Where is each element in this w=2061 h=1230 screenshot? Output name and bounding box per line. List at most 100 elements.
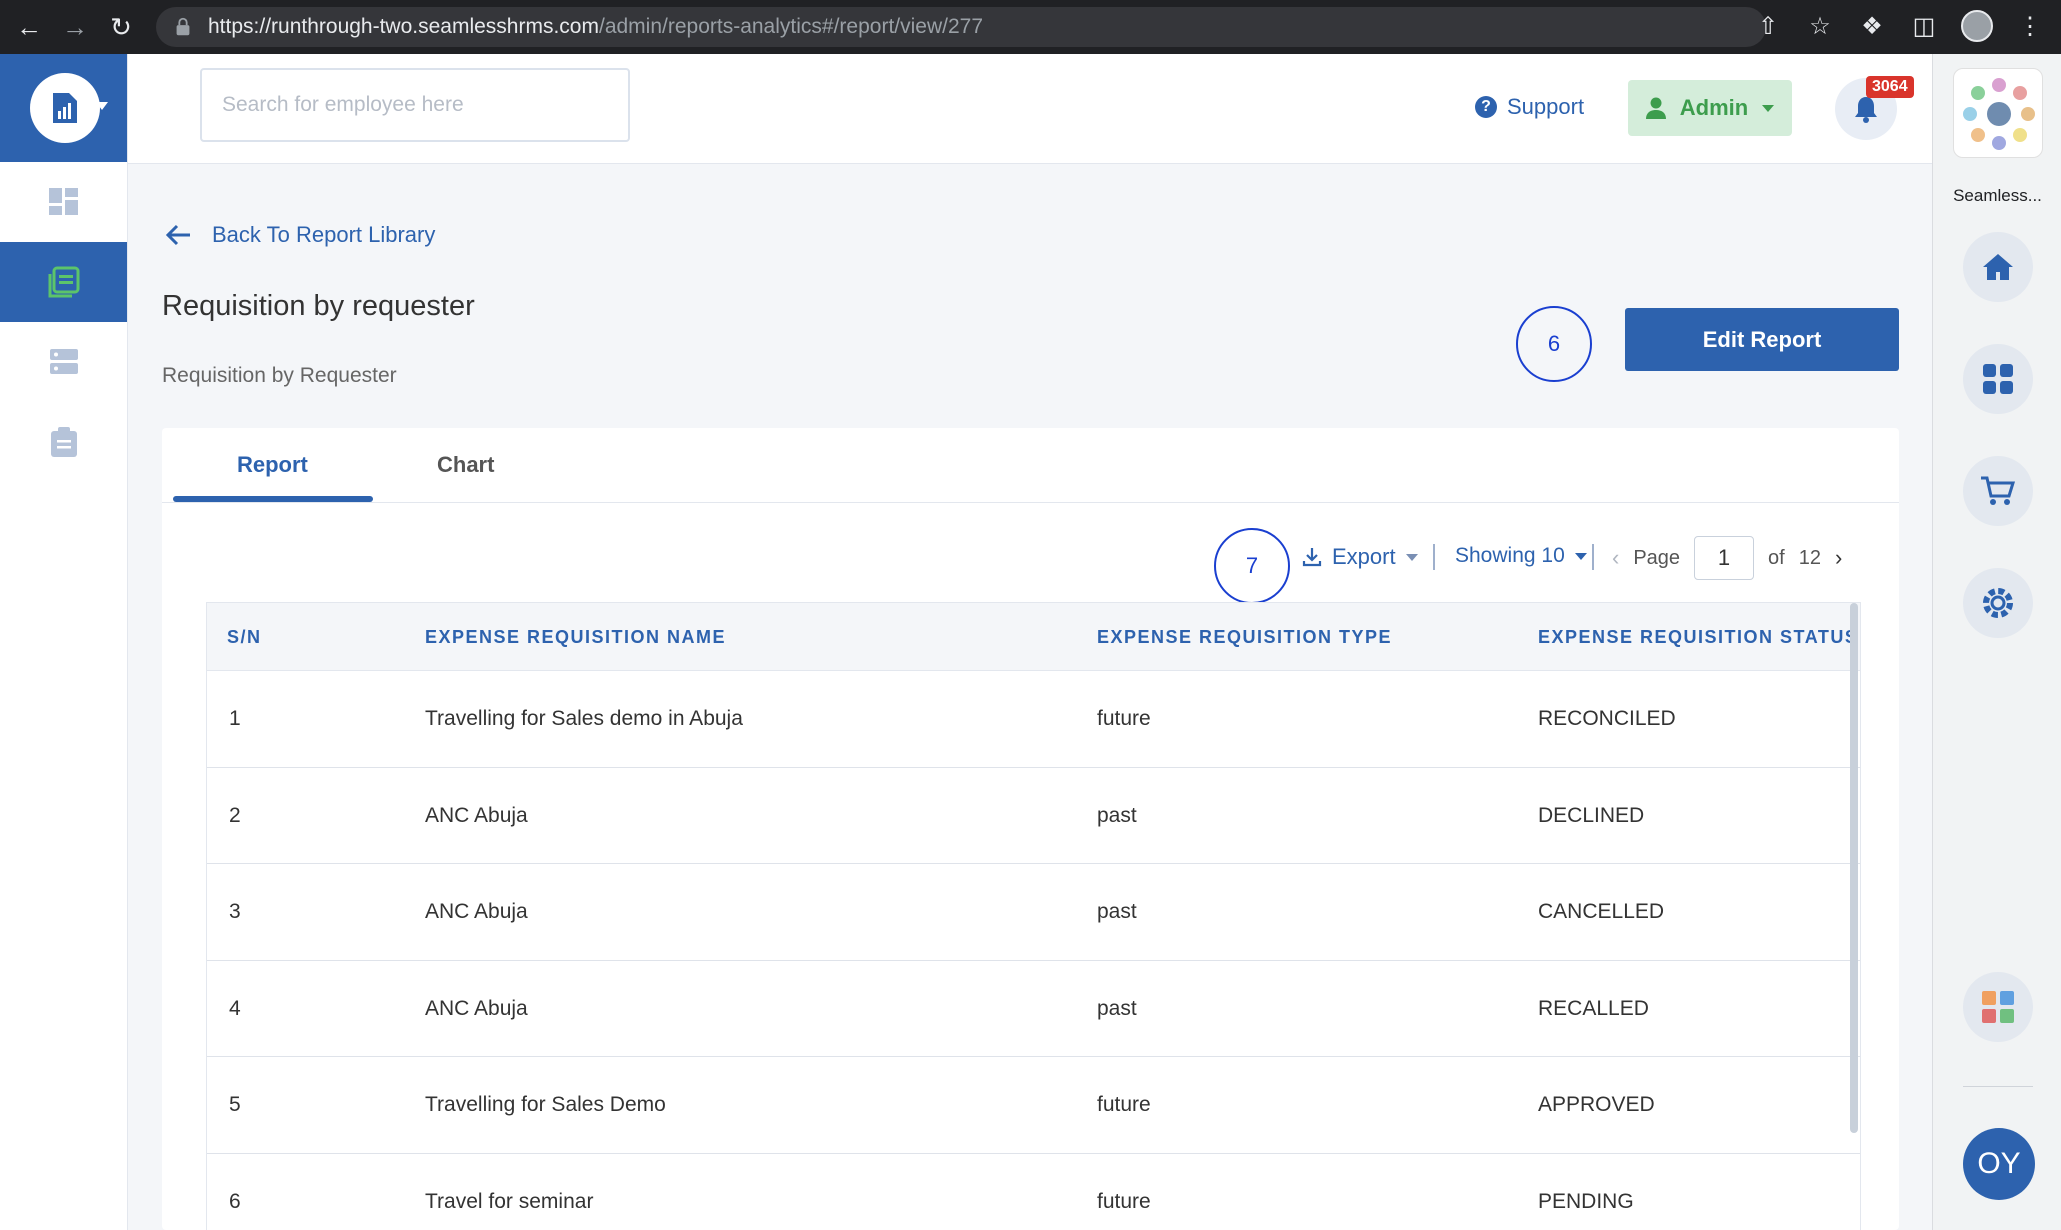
search-box <box>200 68 630 142</box>
bookmark-star-icon[interactable]: ☆ <box>1805 12 1835 41</box>
user-icon <box>1645 97 1666 119</box>
back-to-library-link[interactable]: Back To Report Library <box>166 222 435 248</box>
export-dropdown[interactable]: Export <box>1302 544 1418 570</box>
cell-name: ANC Abuja <box>425 803 528 827</box>
column-header-sn[interactable]: S/N <box>227 627 262 648</box>
of-label: of <box>1768 546 1785 569</box>
admin-label: Admin <box>1679 95 1749 120</box>
cell-status: CANCELLED <box>1538 900 1665 923</box>
share-icon[interactable]: ⇧ <box>1753 12 1783 41</box>
pagination: ‹ Page of 12 › <box>1612 536 1842 580</box>
reports-logo-icon <box>30 73 100 143</box>
table-scrollbar[interactable] <box>1850 603 1858 1133</box>
showing-label: Showing 10 <box>1455 544 1565 567</box>
extensions-puzzle-icon[interactable]: ❖ <box>1857 12 1887 41</box>
page-size-dropdown[interactable]: Showing 10 <box>1455 544 1587 568</box>
tab-chart[interactable]: Chart <box>437 452 494 478</box>
rail-apps-button[interactable] <box>1963 344 2033 414</box>
nav-clipboard[interactable] <box>0 402 127 482</box>
back-link-label: Back To Report Library <box>212 222 436 247</box>
rail-home-button[interactable] <box>1963 232 2033 302</box>
table-row[interactable]: 6 Travel for seminar future PENDING <box>207 1154 1860 1230</box>
page-title: Requisition by requester <box>162 290 475 322</box>
table-row[interactable]: 2 ANC Abuja past DECLINED <box>207 768 1860 864</box>
table-row[interactable]: 4 ANC Abuja past RECALLED <box>207 961 1860 1057</box>
cell-type: future <box>1097 707 1151 730</box>
cell-sn: 6 <box>229 1189 241 1213</box>
side-panel-icon[interactable]: ◫ <box>1909 12 1939 41</box>
edit-report-button[interactable]: Edit Report <box>1625 308 1899 371</box>
cell-status: DECLINED <box>1538 803 1645 827</box>
nav-dashboard[interactable] <box>0 162 127 242</box>
rail-cart-button[interactable] <box>1963 456 2033 526</box>
lock-icon <box>176 17 190 36</box>
cell-type: past <box>1097 996 1137 1020</box>
table-header: S/N EXPENSE REQUISITION NAME EXPENSE REQ… <box>207 603 1860 671</box>
annotation-marker: 6 <box>1516 306 1592 382</box>
cell-status: APPROVED <box>1538 1093 1655 1116</box>
table-row[interactable]: 1 Travelling for Sales demo in Abuja fut… <box>207 671 1860 768</box>
column-header-type[interactable]: EXPENSE REQUISITION TYPE <box>1097 627 1392 648</box>
forward-arrow-icon[interactable]: → <box>58 10 92 44</box>
page-label: Page <box>1633 546 1681 569</box>
download-icon <box>1302 548 1322 567</box>
toolbar-separator <box>1592 544 1594 570</box>
shopping-cart-icon <box>1981 476 2016 505</box>
table-row[interactable]: 5 Travelling for Sales Demo future APPRO… <box>207 1057 1860 1154</box>
menu-kebab-icon[interactable]: ⋮ <box>2015 12 2045 41</box>
cell-name: ANC Abuja <box>425 900 528 923</box>
nav-reports[interactable] <box>0 242 127 322</box>
column-header-status[interactable]: EXPENSE REQUISITION STATUS <box>1538 627 1858 648</box>
table-row[interactable]: 3 ANC Abuja past CANCELLED <box>207 864 1860 961</box>
employee-search-input[interactable] <box>208 76 622 134</box>
cell-status: PENDING <box>1538 1189 1634 1213</box>
support-link[interactable]: ? Support <box>1475 94 1584 120</box>
report-card: Report Chart 7 Export Showing 10 ‹ Page … <box>162 428 1899 1230</box>
reports-list-icon <box>48 266 79 298</box>
tab-report[interactable]: Report <box>237 452 308 478</box>
chevron-down-icon[interactable] <box>96 102 108 110</box>
server-icon <box>49 349 78 374</box>
cell-status: RECALLED <box>1538 996 1649 1020</box>
cell-type: past <box>1097 900 1137 923</box>
rail-widgets-button[interactable] <box>1963 972 2033 1042</box>
next-page-icon[interactable]: › <box>1835 545 1842 571</box>
cell-sn: 1 <box>229 707 241 730</box>
cell-type: future <box>1097 1189 1151 1213</box>
bell-icon <box>1855 97 1877 123</box>
profile-avatar[interactable] <box>1961 10 1993 42</box>
column-header-name[interactable]: EXPENSE REQUISITION NAME <box>425 627 726 648</box>
toolbar-separator <box>1433 544 1435 570</box>
address-bar[interactable]: https://runthrough-two.seamlesshrms.com /… <box>156 7 1766 47</box>
nav-data[interactable] <box>0 322 127 402</box>
cell-name: ANC Abuja <box>425 996 528 1020</box>
user-avatar[interactable]: OY <box>1963 1128 2035 1200</box>
cell-status: RECONCILED <box>1538 707 1676 730</box>
left-sidebar <box>0 54 128 1230</box>
app-brand[interactable] <box>0 54 127 162</box>
admin-dropdown-button[interactable]: Admin <box>1628 80 1792 136</box>
prev-page-icon[interactable]: ‹ <box>1612 545 1619 571</box>
export-label: Export <box>1332 544 1396 569</box>
extension-label: Seamless... <box>1953 186 2042 205</box>
seamless-app-tile[interactable] <box>1953 68 2043 158</box>
url-host: https://runthrough-two.seamlesshrms.com <box>208 15 599 38</box>
notification-count-badge: 3064 <box>1866 76 1914 98</box>
page-number-input[interactable] <box>1694 536 1755 580</box>
home-icon <box>1983 254 2013 280</box>
active-tab-indicator <box>173 496 373 502</box>
report-table: S/N EXPENSE REQUISITION NAME EXPENSE REQ… <box>206 602 1861 1230</box>
extension-sidebar: Seamless... OY <box>1932 54 2061 1230</box>
cell-name: Travel for seminar <box>425 1189 594 1213</box>
rail-settings-button[interactable] <box>1963 568 2033 638</box>
chevron-down-icon <box>1405 553 1418 561</box>
reload-icon[interactable]: ↻ <box>104 10 138 44</box>
cell-name: Travelling for Sales Demo <box>425 1093 666 1116</box>
back-arrow-icon[interactable]: ← <box>12 10 46 44</box>
report-tabs: Report Chart <box>162 428 1899 503</box>
support-label: Support <box>1507 94 1585 119</box>
annotation-marker: 7 <box>1214 528 1290 604</box>
dashboard-icon <box>48 188 78 215</box>
total-pages: 12 <box>1798 546 1821 569</box>
cell-type: past <box>1097 803 1137 827</box>
